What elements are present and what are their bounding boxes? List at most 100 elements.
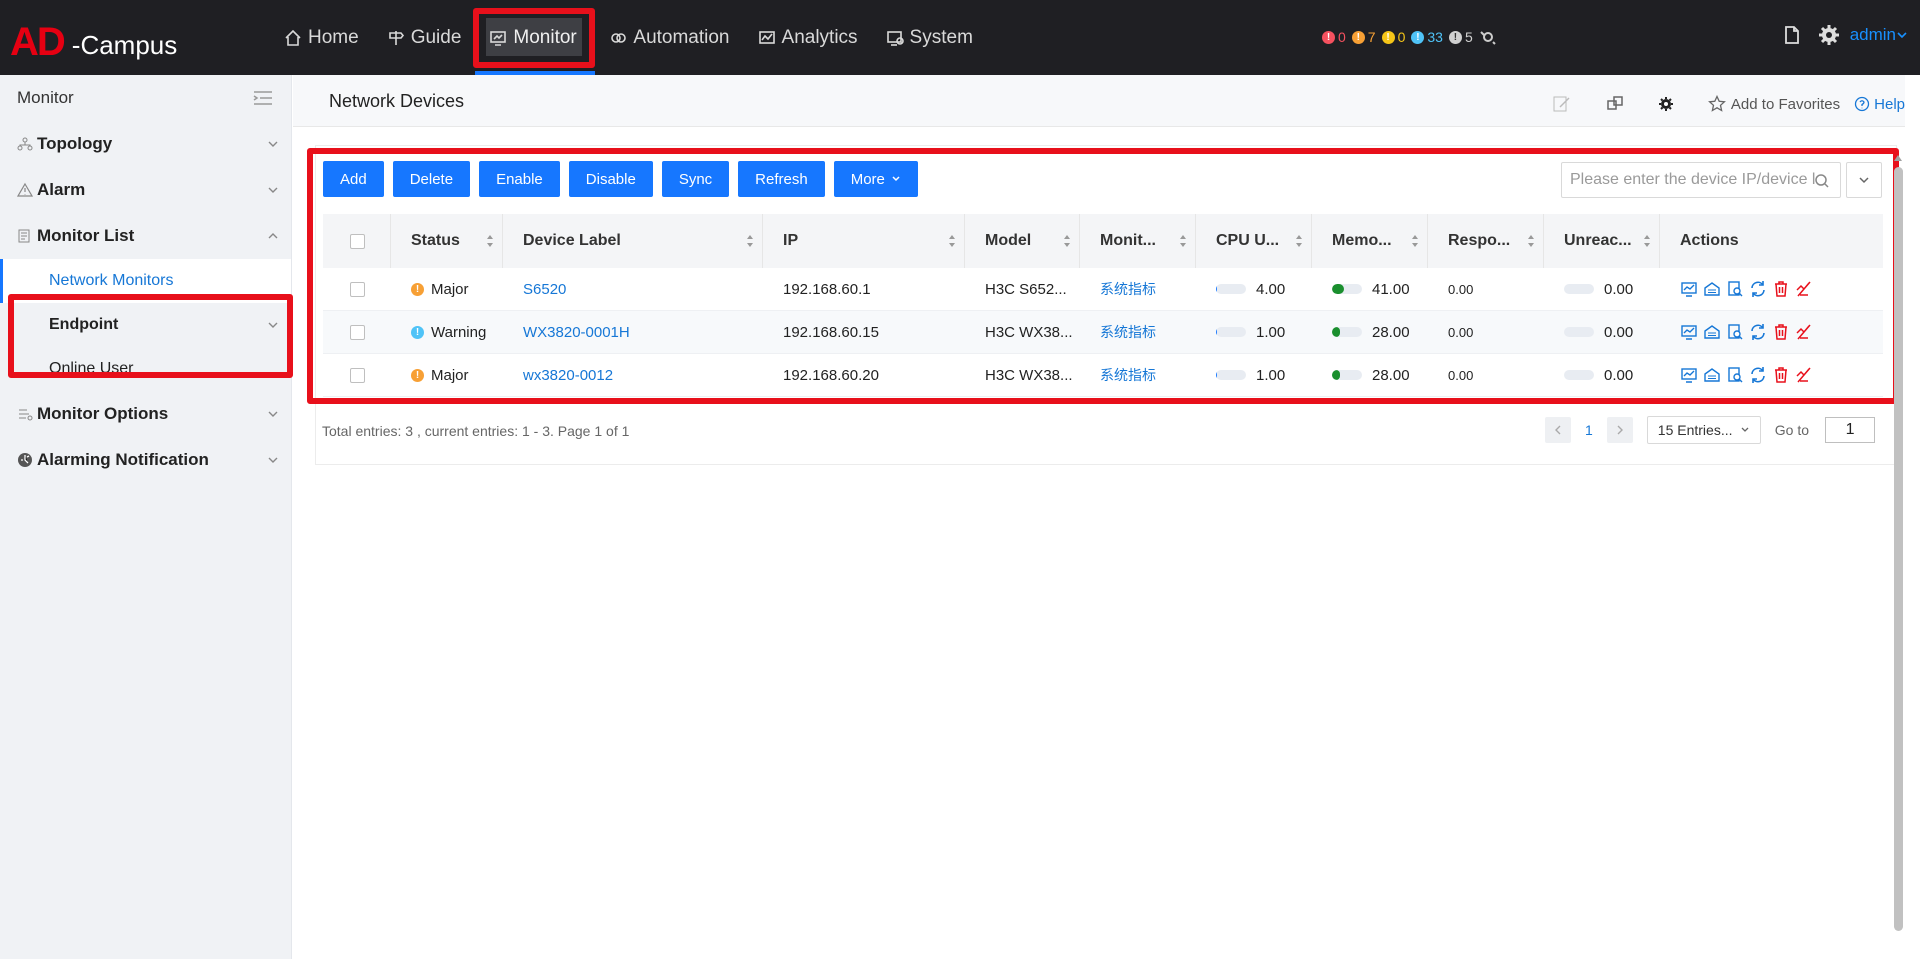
col-unreachable[interactable]: Unreac... [1544, 214, 1660, 268]
layout-button[interactable] [1606, 95, 1624, 113]
performance-icon[interactable] [1680, 280, 1698, 298]
delete-icon[interactable] [1772, 323, 1790, 341]
signpost-icon [388, 30, 404, 45]
col-ip[interactable]: IP [763, 214, 965, 268]
performance-icon[interactable] [1680, 366, 1698, 384]
table-row[interactable]: ! Warning WX3820-0001H 192.168.60.15 H3C … [323, 311, 1883, 354]
row-checkbox[interactable] [350, 324, 365, 340]
sidebar-item-monitor-options[interactable]: Monitor Options [0, 391, 291, 437]
alarm-critical[interactable]: ! 0 [1322, 29, 1346, 45]
nav-system[interactable]: System [872, 0, 987, 75]
search-input[interactable]: Please enter the device IP/device label [1561, 162, 1841, 198]
inspect-icon[interactable] [1726, 280, 1744, 298]
device-details-icon[interactable] [1703, 366, 1721, 384]
add-to-favorites-button[interactable]: Add to Favorites [1707, 95, 1840, 113]
scroll-up-arrow[interactable] [1894, 155, 1902, 161]
device-label-link[interactable]: wx3820-0012 [523, 367, 613, 384]
col-monitor-indicators[interactable]: Monit... [1080, 214, 1196, 268]
col-cpu-usage[interactable]: CPU U... [1196, 214, 1312, 268]
help-link[interactable]: Help [1854, 96, 1905, 113]
col-response-time[interactable]: Respo... [1428, 214, 1544, 268]
nav-home[interactable]: Home [270, 0, 373, 75]
gear-icon[interactable] [1818, 24, 1840, 46]
device-label-cell: wx3820-0012 [503, 354, 763, 396]
system-metrics-link[interactable]: 系统指标 [1100, 365, 1156, 385]
sidebar-item-alarming-notification[interactable]: Alarming Notification [0, 437, 291, 483]
device-details-icon[interactable] [1703, 280, 1721, 298]
sidebar-item-online-user[interactable]: Online User [0, 347, 291, 391]
alarm-major[interactable]: ! 7 [1351, 29, 1376, 45]
sync-icon[interactable] [1749, 366, 1767, 384]
nav-monitor[interactable]: Monitor [473, 0, 596, 75]
sidebar-item-alarm[interactable]: Alarm [0, 167, 291, 213]
app-logo[interactable]: AD -Campus [10, 14, 177, 62]
alarm-warning[interactable]: ! 33 [1411, 29, 1443, 45]
sync-icon[interactable] [1749, 323, 1767, 341]
memory-cell: 41.00 [1312, 268, 1428, 310]
model-text: H3C WX38... [985, 323, 1073, 341]
col-status[interactable]: Status [391, 214, 503, 268]
vertical-scrollbar[interactable] [1894, 167, 1903, 931]
device-label-link[interactable]: WX3820-0001H [523, 324, 630, 341]
page-size-select[interactable]: 15 Entries... [1646, 416, 1761, 444]
prev-page-button[interactable] [1545, 417, 1571, 443]
alarm-critical-count: 0 [1338, 29, 1346, 45]
alarm-minor-count: 0 [1397, 29, 1406, 45]
system-metrics-link[interactable]: 系统指标 [1100, 322, 1156, 342]
sync-icon[interactable] [1749, 280, 1767, 298]
goto-page-input[interactable]: 1 [1825, 417, 1876, 443]
disable-monitor-icon[interactable] [1795, 366, 1813, 384]
alarm-settings-icon[interactable] [1479, 28, 1497, 46]
inspect-icon[interactable] [1726, 366, 1744, 384]
alarm-minor[interactable]: ! 0 [1381, 29, 1406, 45]
sidebar-item-topology[interactable]: Topology [0, 121, 291, 167]
sidebar-item-monitor-list[interactable]: Monitor List [0, 213, 291, 259]
col-memory-usage[interactable]: Memo... [1312, 214, 1428, 268]
device-label-link[interactable]: S6520 [523, 281, 566, 298]
disable-button[interactable]: Disable [568, 161, 653, 197]
row-checkbox[interactable] [350, 367, 365, 383]
device-label-cell: WX3820-0001H [503, 311, 763, 353]
sync-button[interactable]: Sync [661, 161, 730, 197]
collapse-menu-icon[interactable] [252, 89, 274, 107]
nav-analytics[interactable]: Analytics [744, 0, 872, 75]
add-button[interactable]: Add [323, 161, 384, 197]
alarm-info[interactable]: ! 5 [1448, 29, 1473, 45]
delete-icon[interactable] [1772, 280, 1790, 298]
inspect-icon[interactable] [1726, 323, 1744, 341]
advanced-search-toggle[interactable] [1846, 162, 1882, 198]
device-details-icon[interactable] [1703, 323, 1721, 341]
sort-icon [1644, 235, 1650, 247]
alarm-summary[interactable]: ! 0 ! 7 ! 0 ! 33 ! 5 [1322, 28, 1497, 46]
document-icon[interactable] [1782, 25, 1800, 45]
delete-icon[interactable] [1772, 366, 1790, 384]
sidebar-item-endpoint[interactable]: Endpoint [0, 303, 291, 347]
disable-monitor-icon[interactable] [1795, 280, 1813, 298]
row-checkbox[interactable] [350, 281, 365, 297]
disable-monitor-icon[interactable] [1795, 323, 1813, 341]
next-page-button[interactable] [1606, 417, 1633, 443]
current-page[interactable]: 1 [1585, 422, 1593, 438]
enable-button[interactable]: Enable [479, 161, 560, 197]
performance-icon[interactable] [1680, 323, 1698, 341]
nav-automation-label: Automation [633, 26, 730, 48]
logo-ad: AD [10, 20, 66, 64]
edit-page-button[interactable] [1552, 95, 1572, 113]
nav-automation[interactable]: Automation [595, 0, 743, 75]
sidebar-item-network-monitors[interactable]: Network Monitors [0, 259, 291, 303]
user-menu[interactable]: admin [1850, 25, 1908, 45]
col-device-label[interactable]: Device Label [503, 214, 763, 268]
refresh-button[interactable]: Refresh [738, 161, 825, 197]
search-icon[interactable] [1814, 173, 1830, 189]
select-all-checkbox[interactable] [350, 233, 365, 249]
delete-button[interactable]: Delete [392, 161, 471, 197]
nav-guide[interactable]: Guide [373, 0, 476, 75]
table-row[interactable]: ! Major wx3820-0012 192.168.60.20 H3C WX3… [323, 354, 1883, 397]
cpu-value: 1.00 [1256, 366, 1286, 384]
page-settings-button[interactable] [1658, 96, 1674, 112]
col-model[interactable]: Model [965, 214, 1080, 268]
table-row[interactable]: ! Major S6520 192.168.60.1 H3C S652... 系统… [323, 268, 1883, 311]
memory-usage-bar [1332, 284, 1362, 294]
more-button[interactable]: More [833, 161, 918, 197]
system-metrics-link[interactable]: 系统指标 [1100, 279, 1156, 299]
